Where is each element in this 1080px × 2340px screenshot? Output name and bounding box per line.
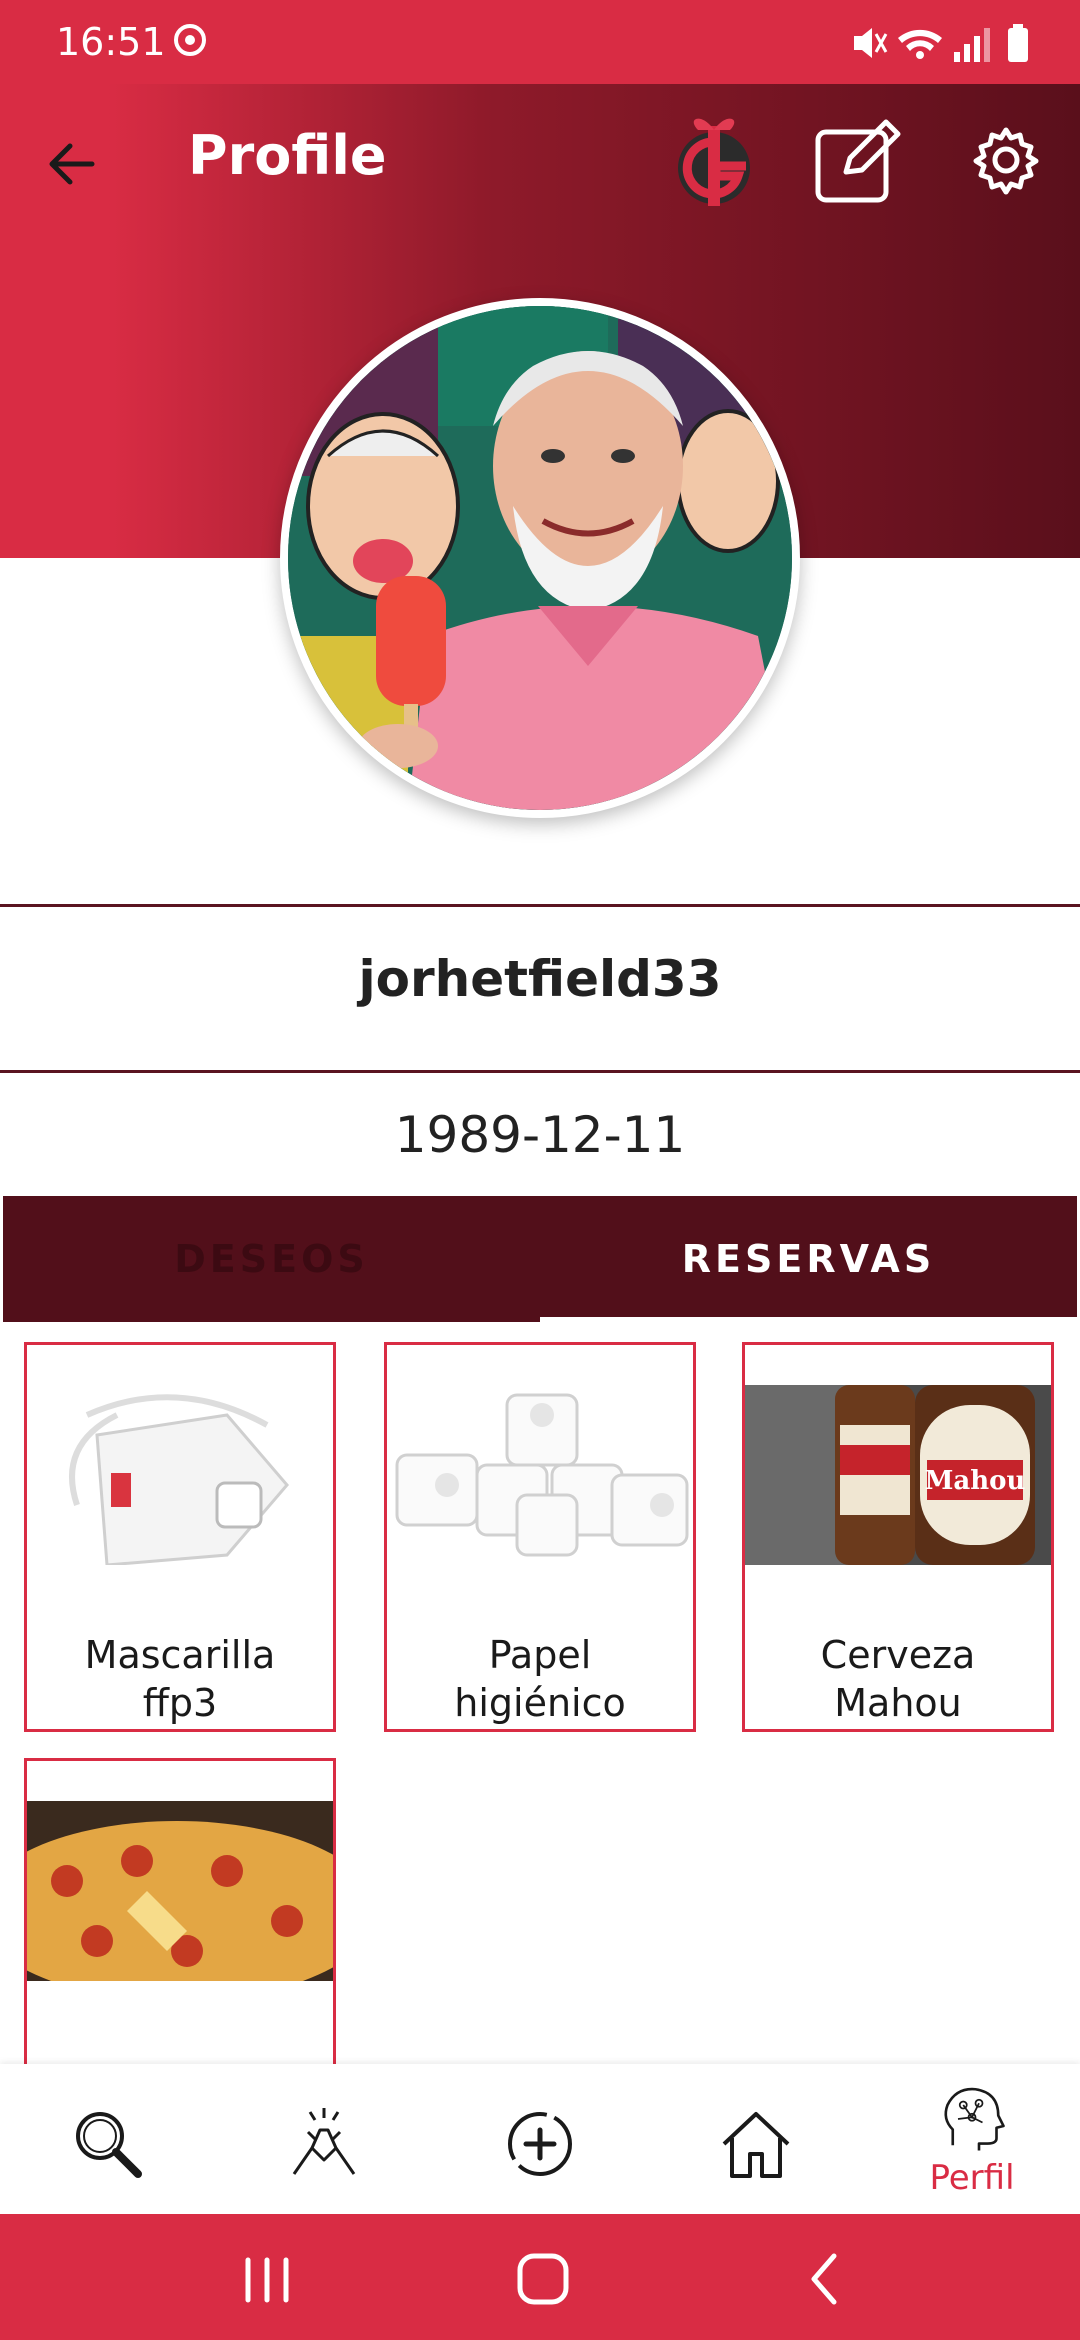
- gift-logo-icon[interactable]: [672, 112, 756, 208]
- pizza-icon: [27, 1801, 333, 1981]
- product-card-papel[interactable]: Papel higiénico: [384, 1342, 696, 1732]
- gear-icon[interactable]: [970, 124, 1042, 196]
- mask-icon: [27, 1385, 333, 1565]
- product-label: Papel higiénico: [454, 1633, 626, 1725]
- divider: [0, 904, 1080, 907]
- nav-deals[interactable]: [216, 2064, 432, 2214]
- active-tab-indicator: [540, 1317, 1077, 1322]
- tab-deseos[interactable]: DESEOS: [3, 1196, 540, 1322]
- mute-icon: [854, 28, 888, 58]
- nav-profile[interactable]: Perfil: [864, 2064, 1080, 2214]
- home-button-icon[interactable]: [508, 2244, 578, 2314]
- username: jorhetfield33: [358, 950, 722, 1008]
- divider: [0, 1070, 1080, 1073]
- sync-icon: [174, 24, 206, 56]
- edit-icon[interactable]: [812, 114, 904, 206]
- product-label: Mascarilla ffp3: [84, 1633, 276, 1725]
- system-navigation-bar: [0, 2214, 1080, 2340]
- status-bar: 16:51: [0, 0, 1080, 84]
- back-button-icon[interactable]: [790, 2244, 860, 2314]
- bottom-navigation: Perfil: [0, 2064, 1080, 2214]
- battery-icon: [1008, 24, 1028, 62]
- product-card-pizza[interactable]: [24, 1758, 336, 2078]
- nav-search[interactable]: [0, 2064, 216, 2214]
- signal-icon: [954, 28, 990, 62]
- product-card-cerveza[interactable]: Mahou Cerveza Mahou: [742, 1342, 1054, 1732]
- recent-apps-icon[interactable]: [232, 2244, 302, 2314]
- product-label: Cerveza Mahou: [820, 1633, 976, 1725]
- profile-head-icon: [944, 2087, 1005, 2151]
- tab-bar: DESEOS RESERVAS: [3, 1196, 1077, 1322]
- search-icon: [76, 2112, 142, 2178]
- nav-home[interactable]: [648, 2064, 864, 2214]
- beer-bottles-icon: Mahou: [745, 1385, 1051, 1565]
- toilet-paper-icon: [387, 1385, 693, 1565]
- page-title: Profile: [188, 124, 387, 187]
- nav-profile-label: Perfil: [929, 2158, 1015, 2198]
- status-icons: [854, 24, 1028, 62]
- avatar[interactable]: [280, 298, 800, 818]
- status-time: 16:51: [56, 20, 166, 64]
- nav-add[interactable]: [432, 2064, 648, 2214]
- back-arrow-icon[interactable]: [40, 132, 104, 196]
- svg-text:Mahou: Mahou: [925, 1466, 1026, 1496]
- wifi-icon: [898, 29, 942, 59]
- home-icon: [722, 2112, 790, 2178]
- birthdate: 1989-12-11: [394, 1106, 686, 1164]
- tab-reservas[interactable]: RESERVAS: [540, 1196, 1077, 1322]
- product-card-mascarilla[interactable]: Mascarilla ffp3: [24, 1342, 336, 1732]
- avatar-photo: [288, 306, 792, 810]
- handshake-icon: [292, 2108, 356, 2175]
- add-circle-icon: [508, 2112, 572, 2176]
